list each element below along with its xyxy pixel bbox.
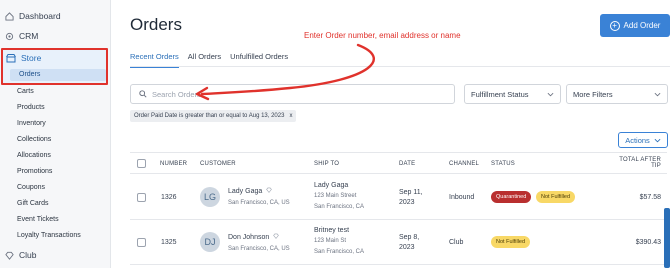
annotation-arrow [195,43,375,101]
scrollbar-thumb[interactable] [664,208,670,268]
